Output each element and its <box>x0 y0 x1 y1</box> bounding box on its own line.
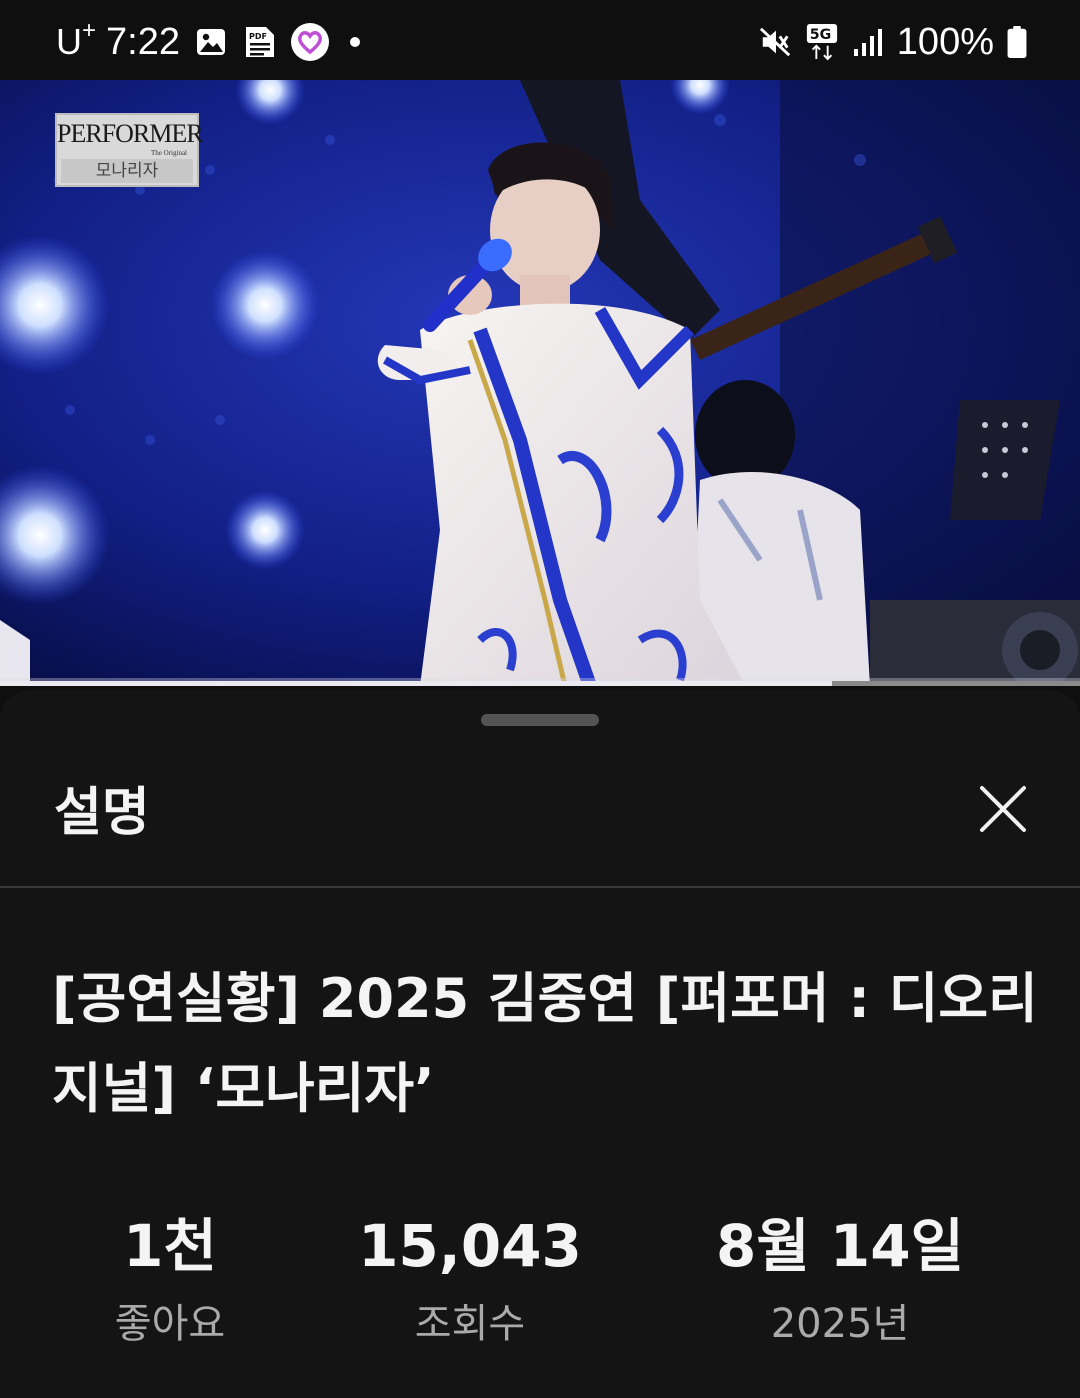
battery-percent: 100% <box>896 20 994 63</box>
notification-dot <box>349 37 360 47</box>
gallery-icon <box>196 29 225 55</box>
description-sheet: 설명 [공연실황] 2025 김중연 [퍼포머 : 디오리지널] ‘모나리자’ … <box>0 690 1080 1398</box>
views-stat: 15,043 조회수 <box>340 1210 600 1354</box>
close-icon <box>980 786 1026 832</box>
upload-date: 8월 14일 <box>716 1212 964 1280</box>
likes-stat: 1천 좋아요 <box>70 1210 270 1354</box>
svg-text:PDF: PDF <box>249 32 267 41</box>
logo-title: PERFORMER <box>57 119 204 148</box>
close-button[interactable] <box>970 776 1036 842</box>
heart-app-icon <box>290 23 329 61</box>
carrier-label: U+ <box>56 17 97 62</box>
status-left: U+ 7:22 PDF <box>56 17 360 66</box>
views-label: 조회수 <box>414 1301 526 1347</box>
svg-text:5G: 5G <box>810 27 831 43</box>
likes-label: 좋아요 <box>114 1301 226 1347</box>
status-right: 5G 100% <box>759 18 1028 66</box>
sheet-title: 설명 <box>54 783 150 843</box>
upload-year: 2025년 <box>770 1301 910 1347</box>
clock: 7:22 <box>106 20 180 63</box>
video-title: [공연실황] 2025 김중연 [퍼포머 : 디오리지널] ‘모나리자’ <box>52 967 1038 1120</box>
status-bar: U+ 7:22 PDF 5G 100% <box>0 0 1080 80</box>
video-player[interactable]: PERFORMER The Original 모나리자 <box>0 80 1080 686</box>
video-progress-fill <box>0 681 832 686</box>
likes-count: 1천 <box>123 1212 217 1280</box>
video-progress-bar[interactable] <box>0 681 1080 686</box>
mute-icon <box>759 27 790 57</box>
logo-subtitle: The Original <box>151 149 187 157</box>
views-count: 15,043 <box>358 1212 582 1280</box>
5g-icon: 5G <box>806 24 837 61</box>
divider <box>0 886 1080 888</box>
pdf-icon: PDF <box>245 27 274 57</box>
upload-date-stat: 8월 14일 2025년 <box>690 1210 990 1354</box>
drag-handle[interactable] <box>481 714 599 726</box>
channel-logo: PERFORMER The Original 모나리자 <box>55 113 204 187</box>
logo-korean: 모나리자 <box>61 159 193 183</box>
battery-icon <box>1007 25 1027 59</box>
signal-icon <box>853 29 882 56</box>
